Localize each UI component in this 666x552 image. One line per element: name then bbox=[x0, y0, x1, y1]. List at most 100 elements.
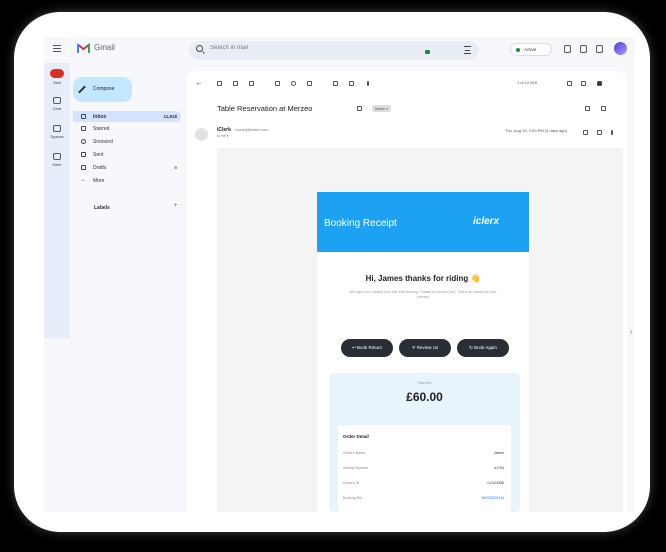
more-options-icon[interactable] bbox=[611, 130, 613, 135]
status-dot-icon bbox=[516, 48, 520, 52]
detail-row: Receipt Number #1794 bbox=[343, 466, 506, 475]
report-icon[interactable] bbox=[233, 81, 238, 86]
star-icon bbox=[81, 126, 86, 131]
chevron-down-icon: ⌄ bbox=[81, 177, 86, 183]
nav-item-sent[interactable]: Sent bbox=[73, 149, 181, 160]
more-options-icon[interactable] bbox=[367, 81, 369, 86]
nav-item-inbox[interactable]: Inbox 11,818 bbox=[73, 111, 181, 122]
status-button[interactable]: Active bbox=[510, 43, 552, 56]
detail-row: Booking Ref MV/2022/1114 bbox=[343, 496, 506, 505]
order-detail-card: Order Detail Driver's Name James Receipt… bbox=[338, 425, 511, 512]
mail-icon bbox=[50, 69, 64, 78]
email-body: Booking Receipt iclerx Hi, James thanks … bbox=[217, 148, 623, 512]
inbox-label-chip[interactable]: Inbox × bbox=[372, 105, 392, 112]
send-icon bbox=[81, 152, 86, 157]
help-icon[interactable] bbox=[564, 45, 571, 53]
settings-icon[interactable] bbox=[580, 45, 587, 53]
booking-receipt: Booking Receipt iclerx Hi, James thanks … bbox=[317, 192, 529, 512]
nav-item-more[interactable]: ⌄ More bbox=[73, 175, 181, 186]
rail-item-spaces[interactable]: Spaces bbox=[44, 125, 70, 153]
print-icon[interactable] bbox=[585, 106, 590, 111]
search-bar[interactable] bbox=[189, 41, 479, 60]
booking-ref-link[interactable]: MV/2022/1114 bbox=[482, 496, 504, 500]
app-rail: Mail Chat Spaces Meet bbox=[44, 63, 70, 338]
side-panel-toggle-icon[interactable]: ‹ bbox=[630, 329, 632, 336]
device-frame: Gmail Active Mail bbox=[14, 12, 650, 532]
star-icon[interactable] bbox=[583, 130, 588, 135]
total-amount: £60.00 bbox=[406, 390, 443, 404]
search-input[interactable] bbox=[210, 45, 410, 51]
detail-key: Driver's ID bbox=[343, 481, 360, 485]
back-arrow-icon[interactable]: ← bbox=[195, 78, 203, 87]
nav-item-starred[interactable]: Starred bbox=[73, 123, 181, 134]
draft-icon bbox=[81, 165, 86, 170]
top-bar: Gmail Active bbox=[44, 37, 634, 63]
nav-label: Inbox bbox=[93, 114, 107, 120]
apps-icon[interactable] bbox=[596, 45, 603, 53]
snooze-icon[interactable] bbox=[291, 81, 296, 86]
sender-avatar bbox=[195, 128, 208, 141]
prev-icon[interactable] bbox=[567, 81, 572, 86]
open-new-window-icon[interactable] bbox=[601, 106, 606, 111]
detail-key: Receipt Number bbox=[343, 466, 369, 470]
nav-item-snoozed[interactable]: Snoozed bbox=[73, 136, 181, 147]
nav-count: 11,818 bbox=[163, 114, 177, 119]
greeting: Hi, James thanks for riding 👋 bbox=[365, 274, 481, 283]
reply-icon[interactable] bbox=[597, 130, 602, 135]
detail-row: Driver's Name James bbox=[343, 451, 506, 460]
review-us-button[interactable]: ✕ Review Us bbox=[399, 339, 451, 357]
compose-label: Compose bbox=[93, 86, 115, 92]
meet-icon bbox=[53, 153, 61, 160]
keyboard-icon bbox=[425, 50, 430, 54]
rail-item-meet[interactable]: Meet bbox=[44, 153, 70, 181]
archive-icon[interactable] bbox=[217, 81, 222, 86]
add-task-icon[interactable] bbox=[307, 81, 312, 86]
brand-logo: iclerx bbox=[473, 216, 500, 227]
gmail-logo-icon bbox=[77, 43, 90, 53]
compose-button[interactable]: Compose bbox=[73, 77, 132, 102]
chat-icon bbox=[53, 97, 61, 104]
sender-name: iClerk bbox=[217, 127, 231, 133]
rail-item-chat[interactable]: Chat bbox=[44, 97, 70, 125]
email-date: Thu, Aug 15, 1:00 PM (3 days ago) bbox=[505, 128, 568, 133]
detail-key: Driver's Name bbox=[343, 451, 366, 455]
email-view: ← 1 of 12,818 Table Reservation at Merze… bbox=[187, 71, 627, 512]
nav-count: 6 bbox=[174, 165, 177, 170]
book-again-button[interactable]: ↻ Book Again bbox=[457, 339, 509, 357]
labels-heading: Labels bbox=[94, 205, 110, 211]
nav-label: Snoozed bbox=[93, 139, 113, 145]
label-icon[interactable] bbox=[349, 81, 354, 86]
detail-row: Driver's ID 0.0123456 bbox=[343, 481, 506, 490]
greeting-subtext: We hope you enjoyed your ride this morni… bbox=[349, 290, 497, 299]
fare-summary: Total fare £60.00 Order Detail Driver's … bbox=[329, 373, 520, 512]
rail-label: Chat bbox=[52, 106, 62, 111]
nav-label: Starred bbox=[93, 126, 110, 132]
clock-icon bbox=[81, 139, 86, 144]
add-label-button[interactable]: + bbox=[174, 203, 178, 209]
mark-unread-icon[interactable] bbox=[275, 81, 280, 86]
menu-icon[interactable] bbox=[53, 45, 61, 52]
status-label: Active bbox=[524, 47, 537, 52]
importance-icon[interactable] bbox=[357, 106, 362, 111]
spaces-icon bbox=[53, 125, 61, 132]
book-return-button[interactable]: ↩ Book Return bbox=[341, 339, 393, 357]
detail-value: #1794 bbox=[494, 466, 504, 470]
recipient-toggle[interactable]: to me ▾ bbox=[217, 134, 228, 138]
detail-title: Order Detail bbox=[343, 434, 369, 439]
inbox-icon bbox=[81, 114, 86, 119]
nav-label: Sent bbox=[93, 152, 104, 158]
delete-icon[interactable] bbox=[249, 81, 254, 86]
keyboard-layout-icon[interactable] bbox=[597, 81, 602, 86]
receipt-title: Booking Receipt bbox=[324, 218, 397, 229]
total-label: Total fare bbox=[417, 381, 432, 385]
next-icon[interactable] bbox=[581, 81, 586, 86]
avatar[interactable] bbox=[614, 42, 627, 55]
pager-text: 1 of 12,818 bbox=[517, 80, 538, 85]
email-subject: Table Reservation at Merzeo bbox=[217, 104, 313, 113]
pencil-icon bbox=[78, 85, 86, 94]
nav-item-drafts[interactable]: Drafts 6 bbox=[73, 162, 181, 173]
filter-icon[interactable] bbox=[464, 46, 471, 54]
move-to-icon[interactable] bbox=[333, 81, 338, 86]
rail-item-mail[interactable]: Mail bbox=[44, 69, 70, 97]
search-icon[interactable] bbox=[196, 45, 203, 52]
